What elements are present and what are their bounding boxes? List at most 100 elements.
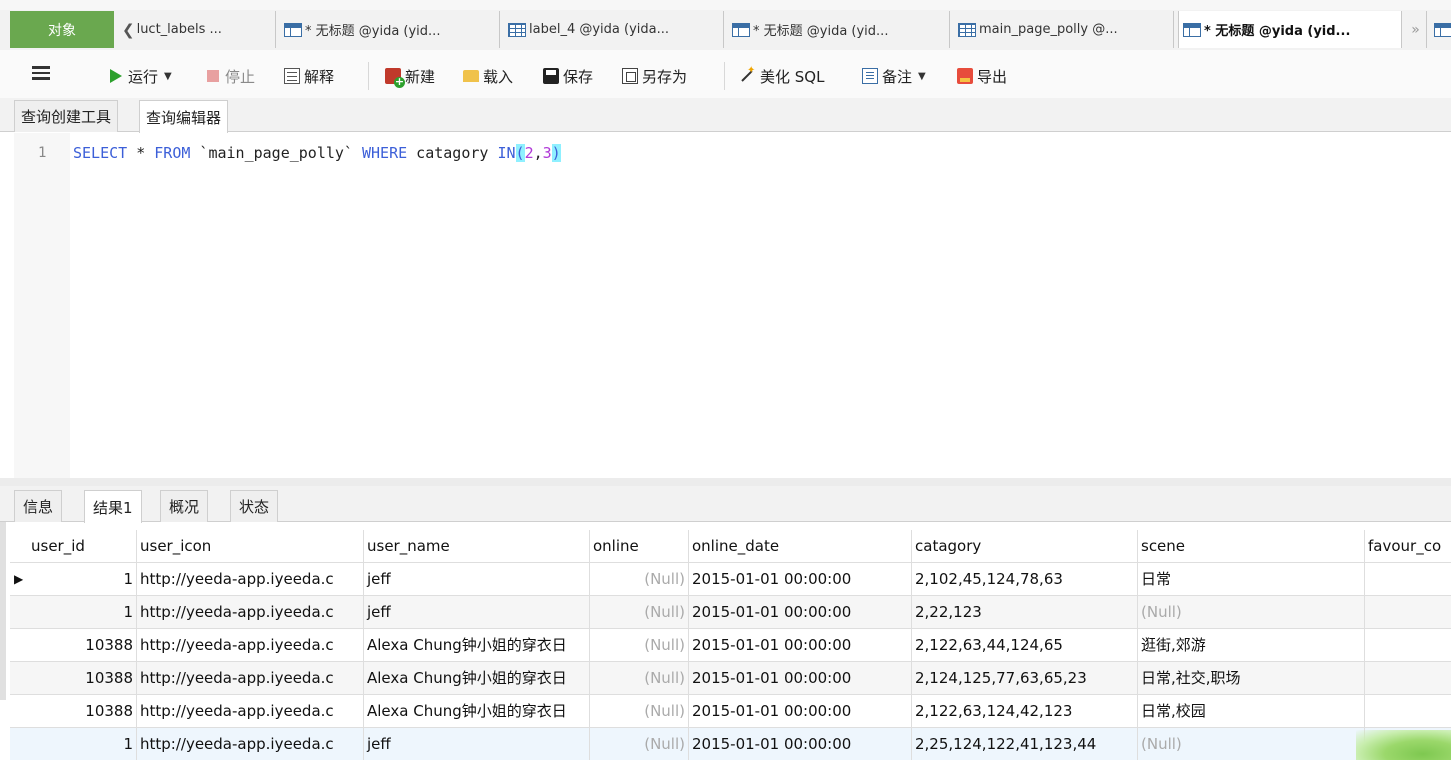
column-header[interactable]: online	[590, 530, 689, 563]
doc-tab-3[interactable]: label_4 @yida (yida...	[504, 11, 724, 48]
explain-button[interactable]: 解释	[284, 63, 334, 89]
cell-favour_co[interactable]	[1365, 629, 1451, 662]
cell-scene[interactable]: (Null)	[1138, 596, 1365, 629]
cell-user_icon[interactable]: http://yeeda-app.iyeeda.c	[137, 728, 364, 760]
cell-scene[interactable]: 日常	[1138, 563, 1365, 596]
tab-result-1[interactable]: 结果1	[84, 490, 142, 523]
sql-keyword: WHERE	[362, 144, 408, 162]
column-header[interactable]: user_icon	[137, 530, 364, 563]
more-tabs-icon[interactable]: »	[1405, 11, 1427, 48]
cell-online[interactable]: (Null)	[590, 695, 689, 728]
cell-online[interactable]: (Null)	[590, 596, 689, 629]
table-icon	[508, 22, 526, 37]
table-row[interactable]: 1 http://yeeda-app.iyeeda.c jeff (Null) 2015…	[10, 596, 1451, 629]
cell-user_id[interactable]: 1	[28, 563, 137, 596]
result-grid[interactable]: user_id user_icon user_name online onlin…	[10, 530, 1451, 760]
pane-splitter[interactable]	[0, 478, 1451, 486]
objects-tab[interactable]: 对象	[10, 11, 114, 48]
comment-button[interactable]: 备注 ▼	[862, 63, 926, 89]
cell-user_id[interactable]: 10388	[28, 695, 137, 728]
cell-user_name[interactable]: Alexa Chung钟小姐的穿衣日	[364, 695, 590, 728]
sql-column-name: catagory	[407, 144, 498, 162]
tab-status[interactable]: 状态	[230, 490, 279, 522]
column-header[interactable]: catagory	[912, 530, 1138, 563]
cell-catagory[interactable]: 2,122,63,44,124,65	[912, 629, 1138, 662]
cell-online_date[interactable]: 2015-01-01 00:00:00	[689, 728, 912, 760]
cell-user_id[interactable]: 1	[28, 596, 137, 629]
cell-user_name[interactable]: jeff	[364, 596, 590, 629]
cell-catagory[interactable]: 2,124,125,77,63,65,23	[912, 662, 1138, 695]
column-header[interactable]: user_name	[364, 530, 590, 563]
doc-tab-5[interactable]: main_page_polly @...	[954, 11, 1174, 48]
cell-user_name[interactable]: jeff	[364, 728, 590, 760]
column-header[interactable]: online_date	[689, 530, 912, 563]
run-button[interactable]: 运行 ▼	[110, 63, 172, 89]
export-button[interactable]: 导出	[957, 63, 1007, 89]
tab-query-builder[interactable]: 查询创建工具	[14, 100, 119, 132]
cell-scene[interactable]: 日常,校园	[1138, 695, 1365, 728]
chevron-down-icon[interactable]: ▼	[918, 71, 926, 82]
menu-icon[interactable]	[32, 66, 50, 80]
cell-online_date[interactable]: 2015-01-01 00:00:00	[689, 629, 912, 662]
cell-user_id[interactable]: 10388	[28, 629, 137, 662]
cell-user_id[interactable]: 1	[28, 728, 137, 760]
tab-info[interactable]: 信息	[14, 490, 63, 522]
cell-online[interactable]: (Null)	[590, 563, 689, 596]
column-header[interactable]: user_id	[28, 530, 137, 563]
cell-online_date[interactable]: 2015-01-01 00:00:00	[689, 662, 912, 695]
load-button[interactable]: 载入	[463, 63, 513, 89]
cell-online_date[interactable]: 2015-01-01 00:00:00	[689, 563, 912, 596]
doc-tab-2[interactable]: * 无标题 @yida (yid...	[280, 11, 500, 48]
doc-tab-1[interactable]: ❮ luct_labels ...	[118, 11, 276, 48]
cell-favour_co[interactable]	[1365, 596, 1451, 629]
chevron-down-icon[interactable]: ▼	[164, 71, 172, 82]
new-button[interactable]: 新建	[385, 63, 435, 89]
cell-online[interactable]: (Null)	[590, 629, 689, 662]
cell-favour_co[interactable]	[1365, 695, 1451, 728]
sql-code-line[interactable]: SELECT * FROM `main_page_polly` WHERE ca…	[73, 144, 561, 162]
cell-favour_co[interactable]	[1365, 662, 1451, 695]
doc-tab-6[interactable]: * 无标题 @yida (yid...	[1178, 11, 1402, 48]
cell-online_date[interactable]: 2015-01-01 00:00:00	[689, 596, 912, 629]
table-row[interactable]: 10388 http://yeeda-app.iyeeda.c Alexa Chun…	[10, 695, 1451, 728]
cell-online[interactable]: (Null)	[590, 662, 689, 695]
cell-catagory[interactable]: 2,22,123	[912, 596, 1138, 629]
cell-catagory[interactable]: 2,25,124,122,41,123,44	[912, 728, 1138, 760]
sql-keyword: IN	[497, 144, 516, 162]
stop-button[interactable]: 停止	[207, 63, 255, 89]
cell-user_icon[interactable]: http://yeeda-app.iyeeda.c	[137, 563, 364, 596]
table-row[interactable]: 10388 http://yeeda-app.iyeeda.c Alexa Chun…	[10, 629, 1451, 662]
cell-user_icon[interactable]: http://yeeda-app.iyeeda.c	[137, 596, 364, 629]
save-button[interactable]: 保存	[543, 63, 593, 89]
cell-user_name[interactable]: jeff	[364, 563, 590, 596]
cell-catagory[interactable]: 2,122,63,124,42,123	[912, 695, 1138, 728]
cell-user_id[interactable]: 10388	[28, 662, 137, 695]
cell-user_name[interactable]: Alexa Chung钟小姐的穿衣日	[364, 662, 590, 695]
cell-user_icon[interactable]: http://yeeda-app.iyeeda.c	[137, 695, 364, 728]
table-row[interactable]: 1 http://yeeda-app.iyeeda.c jeff (Null) 2015…	[10, 728, 1451, 760]
beautify-sql-button[interactable]: 美化 SQL	[740, 63, 824, 89]
cell-user_name[interactable]: Alexa Chung钟小姐的穿衣日	[364, 629, 590, 662]
cell-user_icon[interactable]: http://yeeda-app.iyeeda.c	[137, 662, 364, 695]
scroll-left-icon[interactable]: ❮	[122, 21, 135, 39]
cell-user_icon[interactable]: http://yeeda-app.iyeeda.c	[137, 629, 364, 662]
line-number: 1	[38, 145, 47, 161]
cell-scene[interactable]: 日常,社交,职场	[1138, 662, 1365, 695]
doc-tab-4[interactable]: * 无标题 @yida (yid...	[728, 11, 950, 48]
cell-favour_co[interactable]	[1365, 563, 1451, 596]
tab-query-editor[interactable]: 查询编辑器	[139, 100, 229, 133]
cell-online[interactable]: (Null)	[590, 728, 689, 760]
cell-scene[interactable]: 逛街,郊游	[1138, 629, 1365, 662]
tab-profile[interactable]: 概况	[160, 490, 209, 522]
save-as-button[interactable]: 另存为	[622, 63, 687, 89]
table-row[interactable]: ▶ 1 http://yeeda-app.iyeeda.c jeff (Null) 201…	[10, 563, 1451, 596]
cell-online_date[interactable]: 2015-01-01 00:00:00	[689, 695, 912, 728]
new-query-icon	[385, 68, 405, 88]
column-header[interactable]: scene	[1138, 530, 1365, 563]
cell-scene[interactable]: (Null)	[1138, 728, 1365, 760]
cell-catagory[interactable]: 2,102,45,124,78,63	[912, 563, 1138, 596]
table-row[interactable]: 10388 http://yeeda-app.iyeeda.c Alexa Chun…	[10, 662, 1451, 695]
doc-tab-overflow[interactable]	[1430, 11, 1451, 48]
column-header[interactable]: favour_co	[1365, 530, 1451, 563]
sql-editor[interactable]	[14, 133, 1451, 478]
